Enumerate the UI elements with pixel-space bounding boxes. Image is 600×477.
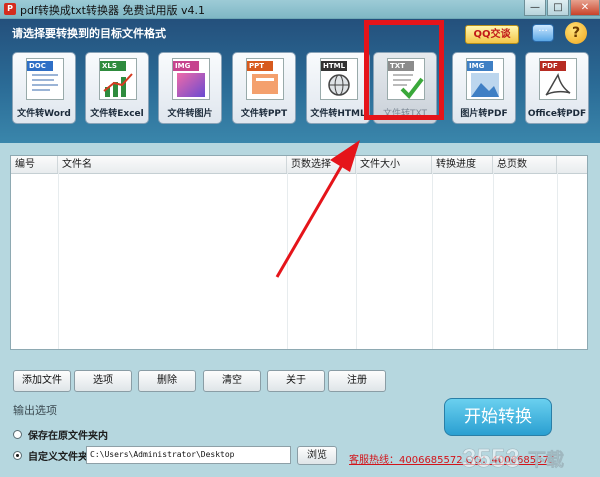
file-table[interactable]: 编号 文件名 页数选择 文件大小 转换进度 总页数 xyxy=(10,155,588,350)
start-convert-button[interactable]: 开始转换 xyxy=(444,398,552,436)
column-header-id[interactable]: 编号 xyxy=(11,156,58,173)
maximize-button[interactable]: □ xyxy=(547,0,569,16)
format-label: 文件转PPT xyxy=(240,109,288,119)
format-tag: PDF xyxy=(540,61,566,71)
column-header-progress[interactable]: 转换进度 xyxy=(432,156,493,173)
svg-text:下载: 下载 xyxy=(528,449,564,471)
image-file-icon: IMG xyxy=(172,58,210,100)
image-pdf-file-icon: IMG xyxy=(466,58,504,100)
excel-file-icon: XLS xyxy=(99,58,137,100)
format-tag: DOC xyxy=(27,61,53,71)
column-header-size[interactable]: 文件大小 xyxy=(356,156,432,173)
column-header-total-pages[interactable]: 总页数 xyxy=(493,156,557,173)
add-file-button[interactable]: 添加文件 xyxy=(13,370,71,392)
column-divider xyxy=(356,173,357,349)
landscape-photo-graphic xyxy=(471,73,499,97)
image-gradient-graphic xyxy=(177,73,205,97)
format-label: Office转PDF xyxy=(527,109,587,119)
column-header-pages[interactable]: 页数选择 xyxy=(287,156,356,173)
format-prompt: 请选择要转换到的目标文件格式 xyxy=(12,27,166,40)
format-button-excel[interactable]: XLS 文件转Excel xyxy=(85,52,149,124)
svg-text:3553: 3553 xyxy=(462,443,520,473)
format-tag: IMG xyxy=(467,61,493,71)
options-button[interactable]: 选项 xyxy=(74,370,132,392)
custom-folder-label: 自定义文件夹 xyxy=(28,451,88,463)
close-button[interactable]: ✕ xyxy=(570,0,600,16)
custom-folder-option[interactable]: 自定义文件夹 xyxy=(13,447,88,463)
window-title: pdf转换成txt转换器 免费试用版 v4.1 xyxy=(20,4,205,17)
format-tag: XLS xyxy=(100,61,126,71)
ppt-slide-graphic xyxy=(252,74,278,94)
globe-icon xyxy=(328,74,350,96)
app-window: P pdf转换成txt转换器 免费试用版 v4.1 — □ ✕ 请选择要转换到的… xyxy=(0,0,600,477)
save-original-option[interactable]: 保存在原文件夹内 xyxy=(13,426,108,442)
ppt-file-icon: PPT xyxy=(246,58,284,100)
format-label: 文件转图片 xyxy=(167,109,213,119)
word-lines-graphic xyxy=(32,74,58,91)
format-button-word[interactable]: DOC 文件转Word xyxy=(12,52,76,124)
format-button-html[interactable]: HTML 文件转HTML xyxy=(306,52,370,124)
help-icon[interactable]: ? xyxy=(565,22,587,44)
format-label: 文件转Word xyxy=(17,109,71,119)
site-watermark-logo: 3553 下载 xyxy=(462,443,565,474)
format-label: 文件转HTML xyxy=(310,109,366,119)
format-banner: 请选择要转换到的目标文件格式 QQ交谈 ··· ? DOC 文件转Word XL… xyxy=(0,19,600,143)
format-button-image-to-pdf[interactable]: IMG 图片转PDF xyxy=(452,52,516,124)
pdf-file-icon: PDF xyxy=(539,58,577,100)
output-path-field[interactable]: C:\Users\Administrator\Desktop xyxy=(86,446,291,464)
column-divider xyxy=(58,173,59,349)
format-label: 图片转PDF xyxy=(460,109,508,119)
table-header: 编号 文件名 页数选择 文件大小 转换进度 总页数 xyxy=(11,156,587,174)
column-header-filename[interactable]: 文件名 xyxy=(58,156,287,173)
title-bar[interactable]: P pdf转换成txt转换器 免费试用版 v4.1 — □ ✕ xyxy=(0,0,600,19)
format-tag: HTML xyxy=(321,61,347,71)
word-file-icon: DOC xyxy=(26,58,64,100)
html-file-icon: HTML xyxy=(320,58,358,100)
app-logo-icon: P xyxy=(4,3,16,15)
format-button-image[interactable]: IMG 文件转图片 xyxy=(158,52,222,124)
register-button[interactable]: 注册 xyxy=(328,370,386,392)
about-button[interactable]: 关于 xyxy=(267,370,325,392)
format-button-office-to-pdf[interactable]: PDF Office转PDF xyxy=(525,52,589,124)
column-divider xyxy=(557,173,558,349)
save-original-radio[interactable] xyxy=(13,429,22,439)
acrobat-icon xyxy=(545,73,571,96)
column-divider xyxy=(287,173,288,349)
save-original-label: 保存在原文件夹内 xyxy=(28,430,108,442)
format-tag: IMG xyxy=(173,61,199,71)
message-icon[interactable]: ··· xyxy=(532,24,554,42)
excel-chart-graphic xyxy=(103,73,133,97)
format-tag: PPT xyxy=(247,61,273,71)
column-divider xyxy=(432,173,433,349)
txt-highlight-frame xyxy=(364,20,444,120)
custom-folder-radio[interactable] xyxy=(13,450,22,460)
minimize-button[interactable]: — xyxy=(524,0,546,16)
clear-button[interactable]: 清空 xyxy=(203,370,261,392)
browse-button[interactable]: 浏览 xyxy=(297,446,337,465)
delete-button[interactable]: 删除 xyxy=(138,370,196,392)
qq-chat-button[interactable]: QQ交谈 xyxy=(465,25,519,44)
window-controls: — □ ✕ xyxy=(523,0,600,18)
format-button-ppt[interactable]: PPT 文件转PPT xyxy=(232,52,296,124)
format-label: 文件转Excel xyxy=(90,109,144,119)
output-options-label: 输出选项 xyxy=(13,404,57,417)
column-divider xyxy=(493,173,494,349)
